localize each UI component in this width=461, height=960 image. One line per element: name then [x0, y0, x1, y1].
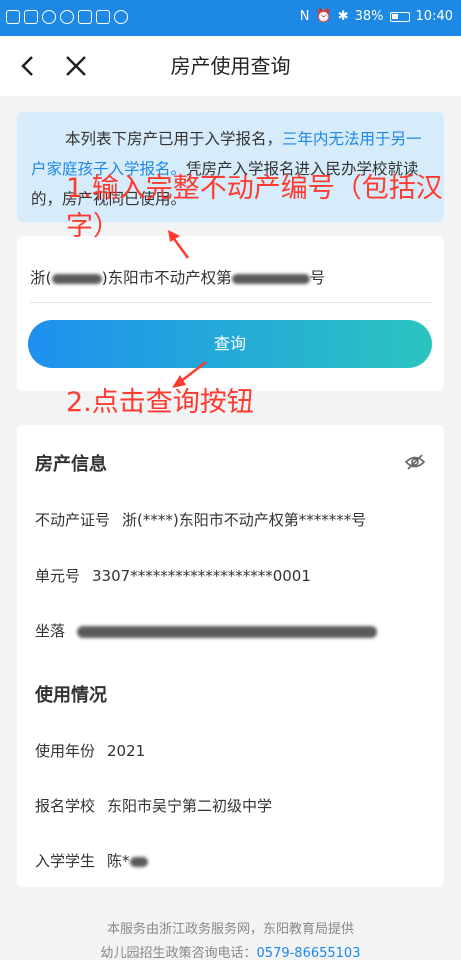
result-card — [17, 425, 444, 887]
notice-text-part1: 本列表下房产已用于入学报名， — [65, 130, 283, 148]
usage-year-value: 2021 — [107, 742, 146, 760]
footer: 本服务由浙江政务服务网，东阳教育局提供 幼儿园招生政策咨询电话：0579-866… — [0, 918, 461, 960]
bulb-icon — [114, 10, 128, 24]
input-underline — [30, 302, 432, 303]
unit-number-label: 单元号 — [35, 567, 81, 585]
chevron-left-icon — [21, 56, 33, 76]
property-info-title: 房产信息 — [35, 454, 107, 475]
redacted-block — [231, 273, 310, 284]
status-bar-notification-icons — [6, 10, 128, 24]
back-button[interactable] — [14, 52, 42, 80]
redacted-block — [77, 625, 378, 638]
unit-number-value: 3307*******************0001 — [92, 567, 311, 585]
clock: 10:40 — [415, 9, 453, 24]
input-prefix: 浙( — [30, 269, 52, 287]
certificate-number-input[interactable]: 浙( )东阳市不动产权第 号 — [30, 266, 325, 288]
footer-phone-link[interactable]: 0579-86655103 — [257, 946, 361, 960]
shield-icon — [78, 10, 92, 24]
input-middle: )东阳市不动产权第 — [101, 269, 232, 287]
wifi-icon — [42, 10, 56, 24]
footer-contact-label: 幼儿园招生政策咨询电话： — [100, 946, 257, 960]
eye-hidden-icon[interactable] — [404, 452, 426, 472]
cert-number-row: 不动产证号 浙(****)东阳市不动产权第*******号 — [35, 509, 366, 530]
school-value: 东阳市吴宁第二初级中学 — [107, 797, 273, 815]
app-notification-icon — [96, 10, 110, 24]
navigation-bar: 房产使用查询 — [0, 36, 461, 96]
battery-percent: 38% — [354, 9, 384, 24]
annotation-step-1: 1.输入完整不动产编号（包括汉字） — [66, 173, 443, 242]
signal-icon — [24, 10, 38, 24]
location-label: 坐落 — [35, 622, 66, 640]
student-row: 入学学生 陈* — [35, 850, 148, 871]
eye-icon — [60, 10, 74, 24]
student-value: 陈* — [107, 852, 130, 870]
footer-provider: 本服务由浙江政务服务网，东阳教育局提供 — [106, 922, 354, 937]
annotation-step-2: 2.点击查询按钮 — [66, 387, 254, 418]
cert-number-label: 不动产证号 — [35, 511, 111, 529]
close-button[interactable] — [62, 52, 90, 80]
unit-number-row: 单元号 3307*******************0001 — [35, 565, 311, 586]
usage-year-label: 使用年份 — [35, 742, 96, 760]
school-label: 报名学校 — [35, 797, 96, 815]
student-label: 入学学生 — [35, 852, 96, 870]
footer-contact: 幼儿园招生政策咨询电话：0579-86655103 — [0, 942, 461, 960]
hd-icon — [6, 10, 20, 24]
redacted-block — [51, 273, 102, 284]
school-row: 报名学校 东阳市吴宁第二初级中学 — [35, 795, 272, 816]
query-button[interactable]: 查询 — [28, 320, 432, 368]
status-bar-system-icons: N ⏰ ✱ 38% 10:40 — [300, 9, 453, 24]
nfc-icon: N — [299, 9, 310, 24]
cert-number-value: 浙(****)东阳市不动产权第*******号 — [122, 511, 367, 529]
alarm-icon: ⏰ — [315, 9, 332, 24]
input-suffix: 号 — [309, 269, 326, 287]
redacted-block — [129, 856, 148, 867]
bluetooth-icon: ✱ — [337, 9, 349, 24]
arrow-icon — [168, 230, 190, 259]
status-bar: N ⏰ ✱ 38% 10:40 — [0, 0, 461, 36]
location-row: 坐落 — [35, 620, 378, 641]
battery-icon — [389, 11, 410, 22]
close-icon — [66, 56, 86, 76]
usage-year-row: 使用年份 2021 — [35, 740, 145, 761]
usage-info-title: 使用情况 — [35, 685, 107, 706]
